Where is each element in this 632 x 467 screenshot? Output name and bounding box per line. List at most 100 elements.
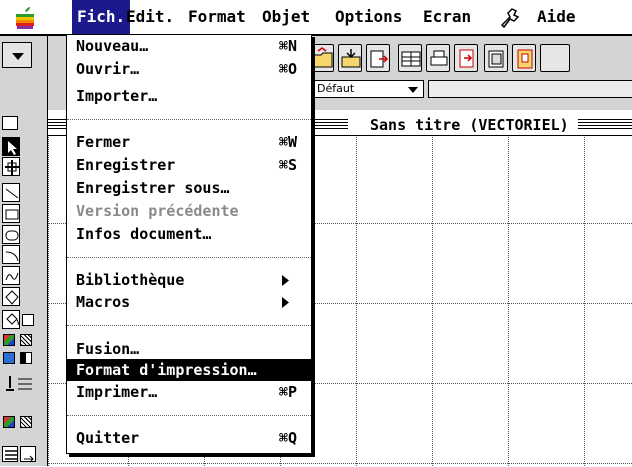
move-icon [5, 160, 19, 175]
document-icon [517, 49, 533, 69]
line-icon [5, 188, 19, 199]
menu-item-bibliotheque[interactable]: Bibliothèque [67, 269, 311, 291]
color-palette-icon[interactable] [3, 334, 15, 346]
menu-separator [67, 257, 311, 258]
menu-item-enregistrer[interactable]: Enregistrer ⌘S [67, 154, 311, 176]
freehand-icon [5, 272, 19, 281]
menu-item-label: Bibliothèque [76, 271, 185, 289]
menu-item-version-precedente: Version précédente [67, 200, 311, 222]
fill-swatch[interactable] [22, 314, 34, 326]
print-button[interactable] [426, 44, 450, 72]
document-title: Sans titre (VECTORIEL) [364, 116, 575, 134]
close-box[interactable] [2, 116, 18, 130]
menu-item-label: Quitter [76, 429, 140, 447]
toolbar-field[interactable] [428, 80, 632, 98]
line-pattern-icon[interactable] [20, 416, 32, 428]
import-button[interactable] [338, 44, 362, 72]
arrow-tool[interactable] [2, 137, 20, 156]
arrow-icon [8, 141, 17, 155]
library-button[interactable] [484, 44, 508, 72]
menu-item-shortcut: ⌘P [278, 383, 297, 401]
style-select[interactable]: Défaut [312, 80, 424, 98]
columns-button[interactable] [398, 44, 422, 72]
zoom-tool[interactable] [2, 157, 20, 176]
grid-line [356, 137, 357, 466]
menu-format[interactable]: Format [183, 0, 251, 34]
menu-item-ouvrir[interactable]: Ouvrir… ⌘O [67, 58, 311, 80]
place-icon [370, 50, 389, 68]
menu-item-shortcut: ⌘N [278, 37, 297, 55]
print-icon [430, 50, 448, 66]
menu-ecran[interactable]: Ecran [418, 0, 476, 34]
menu-item-imprimer[interactable]: Imprimer… ⌘P [67, 381, 311, 403]
submenu-arrow-icon [282, 275, 289, 286]
paint-bucket-icon [6, 313, 19, 326]
menu-item-label: Format d'impression… [76, 361, 257, 379]
menu-item-label: Version précédente [76, 202, 239, 220]
menu-item-fermer[interactable]: Fermer ⌘W [67, 131, 311, 153]
menu-item-importer[interactable]: Importer… [67, 85, 311, 107]
menu-item-infos-document[interactable]: Infos document… [67, 223, 311, 245]
toolbox [0, 36, 48, 466]
chevron-down-icon [408, 87, 418, 93]
menu-item-nouveau[interactable]: Nouveau… ⌘N [67, 35, 311, 57]
menu-objet[interactable]: Objet [257, 0, 315, 34]
menu-separator [67, 119, 311, 120]
apple-icon[interactable] [14, 6, 36, 30]
menu-item-shortcut: ⌘Q [278, 429, 297, 447]
menu-item-label: Enregistrer [76, 156, 176, 174]
import-icon [341, 49, 361, 68]
open-folder-button[interactable] [310, 44, 334, 72]
line-width-icon[interactable] [2, 446, 18, 462]
menu-item-macros[interactable]: Macros [67, 291, 311, 313]
color-swatch-icon[interactable] [3, 352, 15, 364]
grid-line [48, 463, 632, 464]
rectangle-tool[interactable] [2, 204, 20, 223]
pattern-icon[interactable] [20, 334, 32, 346]
grid-line [584, 137, 585, 466]
black-white-icon[interactable] [20, 352, 32, 364]
extra-button[interactable] [540, 44, 570, 72]
menu-aide[interactable]: Aide [532, 0, 581, 34]
menu-item-label: Ouvrir… [76, 60, 140, 78]
document-button[interactable] [512, 44, 536, 72]
rounded-rect-tool[interactable] [2, 225, 20, 244]
fill-tool[interactable] [2, 310, 20, 329]
arc-tool[interactable] [2, 245, 20, 264]
line-color-icon[interactable] [3, 416, 15, 428]
arrowhead-icon[interactable] [20, 446, 36, 463]
arc-icon [5, 251, 19, 262]
grid-line [48, 137, 49, 466]
menu-edit[interactable]: Edit. [121, 0, 179, 34]
menu-item-enregistrer-sous[interactable]: Enregistrer sous… [67, 177, 311, 199]
library-icon [488, 50, 504, 68]
menu-separator [67, 415, 311, 416]
toolbox-popup-button[interactable] [2, 42, 32, 68]
rectangle-icon [5, 209, 19, 220]
menu-item-shortcut: ⌘O [278, 60, 297, 78]
grid-line [432, 137, 433, 466]
titlebar-stripes [578, 119, 632, 130]
menu-item-fusion[interactable]: Fusion… [67, 338, 311, 360]
menu-item-format-impression[interactable]: Format d'impression… [67, 359, 311, 381]
line-tool[interactable] [2, 183, 20, 202]
polygon-tool[interactable] [2, 287, 20, 306]
style-select-value: Défaut [317, 82, 355, 95]
freehand-tool[interactable] [2, 266, 20, 285]
menu-options[interactable]: Options [330, 0, 407, 34]
tools-icon[interactable] [498, 7, 520, 29]
polygon-icon [5, 290, 19, 305]
pen-settings[interactable] [2, 374, 36, 396]
menu-item-shortcut: ⌘W [278, 133, 297, 151]
place-button[interactable] [366, 44, 390, 72]
file-menu: Nouveau… ⌘N Ouvrir… ⌘O Importer… Fermer … [66, 34, 312, 454]
menu-item-label: Importer… [76, 87, 158, 105]
menu-item-shortcut: ⌘S [278, 156, 297, 174]
chevron-down-icon [12, 53, 24, 60]
export-button[interactable] [454, 44, 478, 72]
submenu-arrow-icon [282, 297, 289, 308]
columns-icon [401, 51, 421, 67]
menu-item-quitter[interactable]: Quitter ⌘Q [67, 427, 311, 449]
menu-item-label: Infos document… [76, 225, 212, 243]
menu-separator [67, 325, 311, 326]
